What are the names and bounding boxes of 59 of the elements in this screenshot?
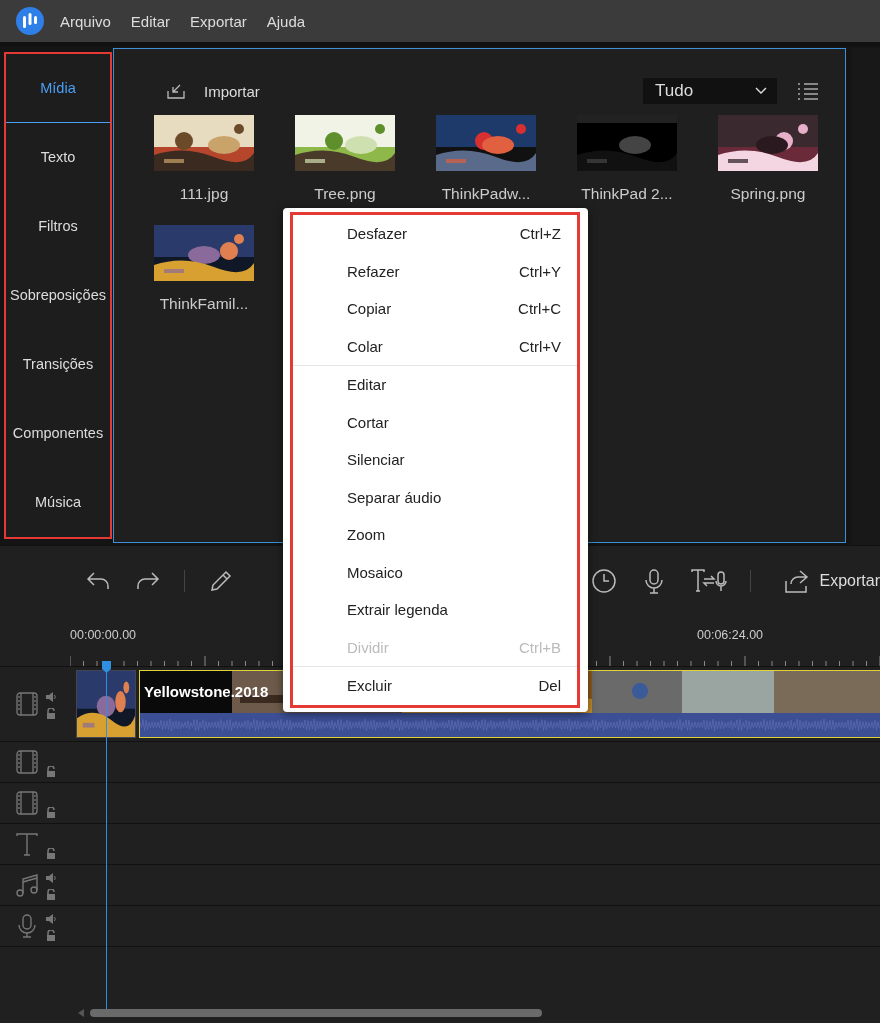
playhead-handle[interactable] (102, 661, 111, 673)
context-menu-item[interactable]: Cortar (293, 403, 577, 441)
film-icon (14, 790, 40, 816)
lock-icon[interactable] (46, 930, 56, 941)
context-menu-item[interactable]: Desfazer Ctrl+Z (293, 215, 577, 253)
import-button[interactable]: Importar (154, 82, 260, 100)
import-icon (166, 82, 186, 100)
list-view-icon[interactable] (797, 82, 819, 100)
context-menu-item[interactable]: Refazer Ctrl+Y (293, 252, 577, 290)
lock-icon[interactable] (46, 708, 56, 719)
sidebar-tab[interactable]: Texto (6, 123, 110, 192)
app-logo-icon (16, 7, 44, 35)
context-menu-item[interactable]: Excluir Del (293, 667, 577, 705)
film-icon (13, 691, 40, 717)
media-name: ThinkPad 2... (581, 185, 673, 203)
speaker-icon[interactable] (45, 914, 57, 924)
clip-name: Yellowstone.2018 (144, 683, 269, 700)
speaker-icon[interactable] (45, 692, 57, 702)
text-to-speech-icon[interactable] (690, 567, 728, 595)
sidebar-tab[interactable]: Música (6, 468, 110, 537)
context-menu-item[interactable]: Editar (293, 366, 577, 404)
lock-icon[interactable] (46, 807, 56, 818)
share-icon (783, 568, 810, 594)
lock-icon[interactable] (46, 889, 56, 900)
filter-dropdown[interactable]: Tudo (643, 78, 777, 104)
clock-icon[interactable] (590, 567, 618, 595)
sidebar-tab[interactable]: Componentes (6, 399, 110, 468)
speaker-icon[interactable] (45, 873, 57, 883)
media-name: 111.jpg (179, 185, 229, 203)
media-name: ThinkFamil... (159, 295, 249, 313)
sidebar-tab[interactable]: Transições (6, 330, 110, 399)
music-note-icon (13, 872, 40, 898)
scrollbar-thumb[interactable] (90, 1009, 542, 1017)
sidebar-tab[interactable]: Filtros (6, 192, 110, 261)
sidebar-tab[interactable]: Mídia (6, 54, 110, 123)
menu-item[interactable]: Editar (130, 12, 181, 30)
chevron-icon (755, 87, 767, 95)
media-name: ThinkPadw... (441, 185, 531, 203)
lock-icon[interactable] (46, 848, 56, 859)
export-button[interactable]: Exportar (783, 568, 880, 594)
scroll-left-icon[interactable] (78, 1009, 84, 1017)
lock-icon[interactable] (46, 766, 56, 777)
context-menu-item[interactable]: Zoom (293, 516, 577, 554)
menu-item[interactable]: Exportar (190, 12, 257, 30)
text-icon (14, 831, 40, 857)
context-menu-item[interactable]: Colar Ctrl+V (293, 327, 577, 365)
context-menu-item[interactable]: Extrair legenda (293, 591, 577, 629)
menu-item[interactable]: Ajuda (266, 12, 316, 30)
context-menu-item[interactable]: Copiar Ctrl+C (293, 290, 577, 328)
context-menu-item[interactable]: Separar áudio (293, 478, 577, 516)
film-icon (14, 749, 40, 775)
media-name: Tree.png (314, 185, 376, 203)
sidebar-tab[interactable]: Sobreposições (6, 261, 110, 330)
context-menu-item[interactable]: Mosaico (293, 553, 577, 591)
menu-item[interactable]: Arquivo (60, 12, 121, 30)
time-label: 00:00:00.00 (70, 628, 137, 642)
context-menu-item[interactable]: Silenciar (293, 441, 577, 479)
time-label: 00:06:24.00 (697, 628, 764, 642)
media-name: Spring.png (730, 185, 806, 203)
